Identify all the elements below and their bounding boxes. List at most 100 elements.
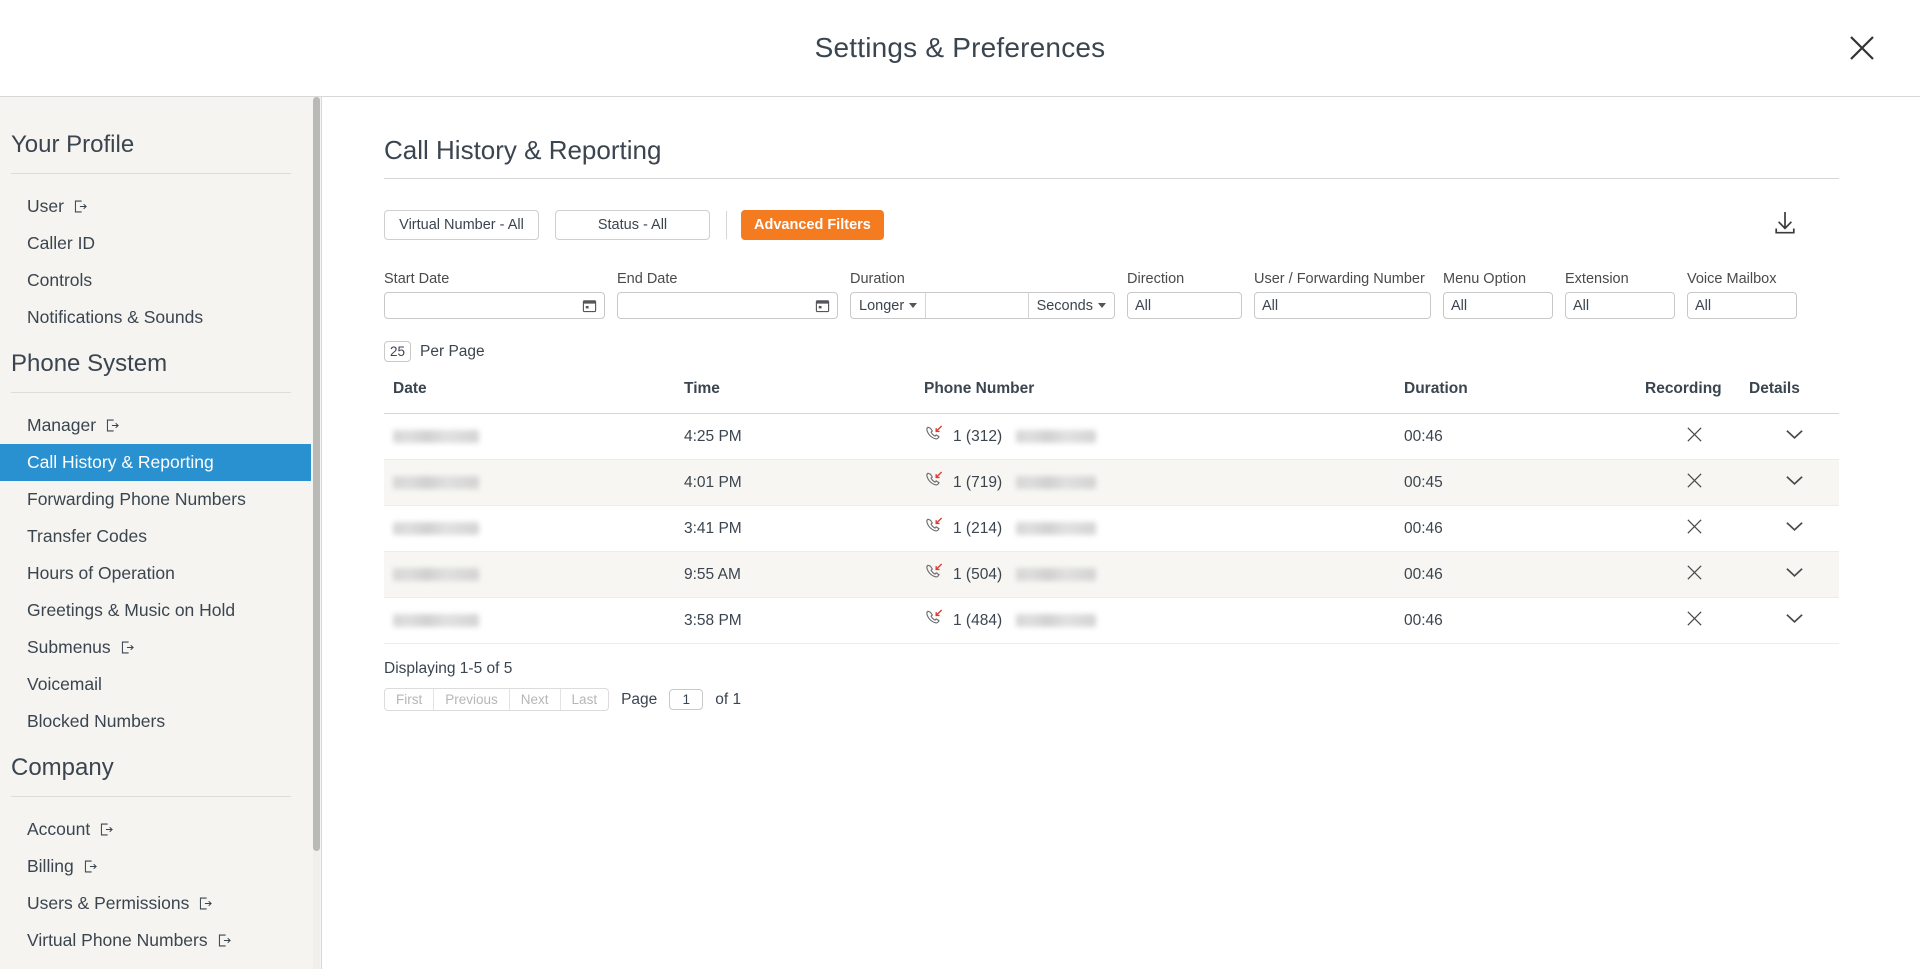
duration-label: Duration — [850, 271, 905, 287]
sidebar-group-phone-system: Phone System Manager Call History & Repo… — [0, 350, 311, 740]
sidebar: Your Profile User Caller ID Controls Not… — [0, 97, 322, 969]
sidebar-item-notifications-sounds[interactable]: Notifications & Sounds — [0, 299, 311, 336]
missed-call-icon — [924, 470, 944, 495]
cell-date — [384, 459, 684, 506]
voice-mailbox-input[interactable]: All — [1687, 292, 1797, 319]
direction-input[interactable]: All — [1127, 292, 1242, 319]
sidebar-item-users-permissions[interactable]: Users & Permissions — [0, 885, 311, 922]
sidebar-item-voicemail[interactable]: Voicemail — [0, 666, 311, 703]
user-forwarding-number-value: All — [1262, 297, 1279, 314]
sidebar-item-forwarding-phone-numbers[interactable]: Forwarding Phone Numbers — [0, 481, 311, 518]
sidebar-item-controls[interactable]: Controls — [0, 262, 311, 299]
next-page-button[interactable]: Next — [510, 689, 561, 710]
sidebar-item-hours-of-operation[interactable]: Hours of Operation — [0, 555, 311, 592]
cell-duration: 00:45 — [1404, 459, 1639, 506]
missed-call-icon — [924, 562, 944, 587]
call-history-table: Date Time Phone Number Duration Recordin… — [384, 380, 1839, 644]
sidebar-scrollbar[interactable] — [313, 97, 320, 969]
table-row[interactable]: 9:55 AM 1 (504) 00:46 — [384, 551, 1839, 598]
extension-input[interactable]: All — [1565, 292, 1675, 319]
sidebar-item-transfer-codes[interactable]: Transfer Codes — [0, 518, 311, 555]
chevron-down-icon[interactable] — [1785, 566, 1804, 579]
sidebar-item-call-history-reporting[interactable]: Call History & Reporting — [0, 444, 311, 481]
sidebar-item-label: Controls — [27, 270, 93, 290]
download-button[interactable] — [1765, 205, 1805, 245]
sidebar-item-virtual-phone-numbers[interactable]: Virtual Phone Numbers — [0, 922, 311, 959]
sidebar-item-user[interactable]: User — [0, 188, 311, 225]
cell-date — [384, 551, 684, 598]
chevron-down-icon[interactable] — [1785, 520, 1804, 533]
table-row[interactable]: 4:01 PM 1 (719) 00:45 — [384, 459, 1839, 506]
column-header-recording[interactable]: Recording — [1639, 380, 1749, 414]
missed-call-icon — [924, 608, 944, 633]
phone-number-prefix: 1 (719) — [953, 473, 1003, 491]
sidebar-item-label: Hours of Operation — [27, 563, 175, 583]
cell-duration: 00:46 — [1404, 413, 1639, 460]
chevron-down-icon[interactable] — [1785, 474, 1804, 487]
missed-call-icon — [924, 516, 944, 541]
previous-page-button[interactable]: Previous — [434, 689, 510, 710]
redacted-date — [393, 521, 479, 535]
voice-mailbox-label: Voice Mailbox — [1687, 271, 1777, 287]
download-icon — [1770, 208, 1800, 243]
no-recording-x-icon[interactable] — [1685, 609, 1704, 628]
divider — [11, 796, 291, 797]
sidebar-item-label: Call History & Reporting — [27, 452, 214, 472]
menu-option-input[interactable]: All — [1443, 292, 1553, 319]
column-header-time[interactable]: Time — [684, 380, 924, 414]
first-page-button[interactable]: First — [385, 689, 435, 710]
user-forwarding-number-input[interactable]: All — [1254, 292, 1431, 319]
duration-control: Longer Seconds — [850, 292, 1115, 319]
calendar-icon[interactable] — [582, 298, 597, 313]
table-row[interactable]: 3:58 PM 1 (484) 00:46 — [384, 597, 1839, 644]
close-icon — [1848, 34, 1876, 62]
start-date-input[interactable] — [384, 292, 605, 319]
sidebar-item-caller-id[interactable]: Caller ID — [0, 225, 311, 262]
column-header-date[interactable]: Date — [384, 380, 684, 414]
column-header-phone[interactable]: Phone Number — [924, 380, 1404, 414]
cell-details — [1749, 597, 1839, 644]
column-header-duration[interactable]: Duration — [1404, 380, 1639, 414]
chevron-down-icon[interactable] — [1785, 428, 1804, 441]
close-button[interactable] — [1840, 26, 1884, 70]
table-row[interactable]: 3:41 PM 1 (214) 00:46 — [384, 505, 1839, 552]
sidebar-item-account[interactable]: Account — [0, 811, 311, 848]
sidebar-item-blocked-numbers[interactable]: Blocked Numbers — [0, 703, 311, 740]
column-header-details[interactable]: Details — [1749, 380, 1839, 414]
sidebar-item-billing[interactable]: Billing — [0, 848, 311, 885]
no-recording-x-icon[interactable] — [1685, 563, 1704, 582]
redacted-date — [393, 429, 479, 443]
pagination-row: First Previous Next Last Page 1 of 1 — [384, 688, 1920, 711]
last-page-button[interactable]: Last — [561, 689, 609, 710]
sidebar-item-manager[interactable]: Manager — [0, 407, 311, 444]
calendar-icon[interactable] — [815, 298, 830, 313]
sidebar-item-label: Notifications & Sounds — [27, 307, 204, 327]
duration-value-input[interactable] — [925, 293, 1029, 318]
sidebar-item-label: Greetings & Music on Hold — [27, 600, 236, 620]
end-date-field-group: End Date — [617, 271, 838, 319]
no-recording-x-icon[interactable] — [1685, 425, 1704, 444]
per-page-row: 25 Per Page — [384, 341, 1920, 362]
title-divider — [384, 178, 1839, 179]
virtual-number-filter-button[interactable]: Virtual Number - All — [384, 210, 539, 240]
advanced-filters-button[interactable]: Advanced Filters — [741, 210, 884, 240]
page-number-input[interactable]: 1 — [669, 689, 704, 710]
sidebar-item-submenus[interactable]: Submenus — [0, 629, 311, 666]
duration-unit-dropdown[interactable]: Seconds — [1029, 293, 1114, 318]
voice-mailbox-value: All — [1695, 297, 1712, 314]
per-page-input[interactable]: 25 — [384, 341, 412, 362]
duration-comparator-dropdown[interactable]: Longer — [851, 293, 925, 318]
sidebar-item-greetings-music-on-hold[interactable]: Greetings & Music on Hold — [0, 592, 311, 629]
sidebar-scrollbar-thumb[interactable] — [313, 97, 320, 851]
status-filter-button[interactable]: Status - All — [555, 210, 710, 240]
chevron-down-icon — [1098, 303, 1106, 308]
cell-recording — [1639, 505, 1749, 552]
chevron-down-icon[interactable] — [1785, 612, 1804, 625]
end-date-input[interactable] — [617, 292, 838, 319]
user-forwarding-number-label: User / Forwarding Number — [1254, 271, 1425, 287]
no-recording-x-icon[interactable] — [1685, 517, 1704, 536]
table-row[interactable]: 4:25 PM 1 (312) 00:46 — [384, 413, 1839, 460]
external-link-icon — [73, 199, 88, 214]
no-recording-x-icon[interactable] — [1685, 471, 1704, 490]
page-title: Settings & Preferences — [814, 32, 1106, 63]
